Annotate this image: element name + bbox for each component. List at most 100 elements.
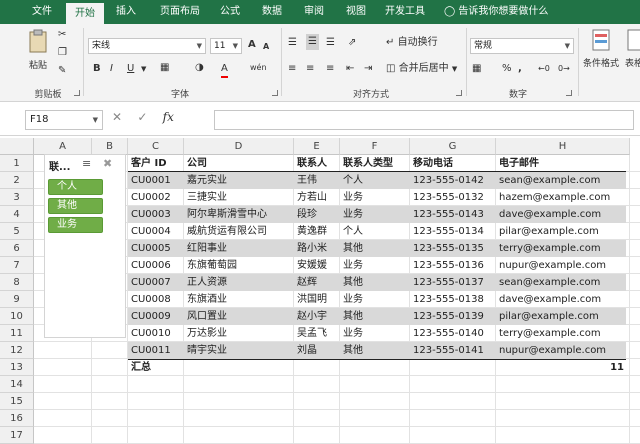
table-cell[interactable]: 东旗酒业 xyxy=(184,291,294,308)
slicer-panel[interactable]: 联... ≡ ✖ 个人 其他 业务 xyxy=(44,154,126,338)
comma-button[interactable]: , xyxy=(518,62,522,76)
table-cell[interactable]: CU0004 xyxy=(128,223,184,240)
fill-color-icon[interactable]: ◑ xyxy=(195,61,204,75)
table-cell[interactable]: nupur@example.com xyxy=(496,257,630,274)
column-header-e[interactable]: E xyxy=(294,138,340,155)
table-cell[interactable]: 洪国明 xyxy=(294,291,340,308)
row-header-3[interactable]: 3 xyxy=(0,189,34,206)
row-header-8[interactable]: 8 xyxy=(0,274,34,291)
row-header-1[interactable]: 1 xyxy=(0,155,34,172)
table-cell[interactable]: 红阳事业 xyxy=(184,240,294,257)
row-header-13[interactable]: 13 xyxy=(0,359,34,376)
table-cell[interactable]: CU0009 xyxy=(128,308,184,325)
table-cell[interactable]: 正人资源 xyxy=(184,274,294,291)
row-header-12[interactable]: 12 xyxy=(0,342,34,359)
column-header-b[interactable]: B xyxy=(92,138,128,155)
table-cell[interactable]: 其他 xyxy=(340,274,410,291)
font-dialog-launcher[interactable] xyxy=(272,90,278,96)
table-header-cell[interactable]: 联系人类型 xyxy=(340,155,410,172)
row-header-4[interactable]: 4 xyxy=(0,206,34,223)
table-cell[interactable]: CU0003 xyxy=(128,206,184,223)
percent-button[interactable]: % xyxy=(502,62,512,76)
table-cell[interactable]: terry@example.com xyxy=(496,325,630,342)
table-header-cell[interactable]: 联系人 xyxy=(294,155,340,172)
tab-insert[interactable]: 插入 xyxy=(108,0,144,24)
shrink-font-button[interactable]: A xyxy=(263,40,269,54)
table-cell[interactable]: 123-555-0132 xyxy=(410,189,496,206)
total-value[interactable]: 11 xyxy=(496,359,626,376)
row-header-14[interactable]: 14 xyxy=(0,376,34,393)
select-all-corner[interactable] xyxy=(0,138,34,155)
table-cell[interactable]: 晴宇实业 xyxy=(184,342,294,359)
row-header-11[interactable]: 11 xyxy=(0,325,34,342)
increase-decimal-icon[interactable]: ←0 xyxy=(538,62,550,76)
table-cell[interactable]: CU0011 xyxy=(128,342,184,359)
orientation-icon[interactable]: ⇗ xyxy=(348,36,356,50)
column-header-a[interactable]: A xyxy=(34,138,92,155)
align-bottom-icon[interactable]: ☰ xyxy=(326,36,335,50)
font-name-select[interactable]: 宋线 ▼ xyxy=(88,38,206,54)
table-cell[interactable]: 黄逸群 xyxy=(294,223,340,240)
phonetic-button[interactable]: wén xyxy=(250,61,267,75)
table-cell[interactable]: 王伟 xyxy=(294,172,340,189)
row-header-9[interactable]: 9 xyxy=(0,291,34,308)
table-cell[interactable]: 123-555-0139 xyxy=(410,308,496,325)
name-box[interactable]: F18 ▼ xyxy=(25,110,103,130)
increase-indent-icon[interactable]: ⇥ xyxy=(364,62,372,76)
table-cell[interactable]: 方若山 xyxy=(294,189,340,206)
table-cell[interactable]: 嘉元实业 xyxy=(184,172,294,189)
format-painter-icon[interactable]: ✎ xyxy=(58,64,66,78)
row-header-6[interactable]: 6 xyxy=(0,240,34,257)
table-cell[interactable]: 123-555-0135 xyxy=(410,240,496,257)
table-cell[interactable]: 安媛媛 xyxy=(294,257,340,274)
table-cell[interactable]: 业务 xyxy=(340,291,410,308)
tab-formulas[interactable]: 公式 xyxy=(212,0,248,24)
chevron-down-icon[interactable]: ▼ xyxy=(141,62,146,76)
table-cell[interactable]: CU0006 xyxy=(128,257,184,274)
slicer-item-personal[interactable]: 个人 xyxy=(48,179,103,195)
confirm-icon[interactable]: ✓ xyxy=(137,110,147,124)
tab-view[interactable]: 视图 xyxy=(338,0,374,24)
row-header-10[interactable]: 10 xyxy=(0,308,34,325)
table-cell[interactable]: 123-555-0134 xyxy=(410,223,496,240)
table-cell[interactable]: 业务 xyxy=(340,325,410,342)
number-dialog-launcher[interactable] xyxy=(566,90,572,96)
tab-home[interactable]: 开始 xyxy=(66,3,104,24)
table-cell[interactable]: CU0002 xyxy=(128,189,184,206)
table-cell[interactable]: CU0010 xyxy=(128,325,184,342)
clipboard-dialog-launcher[interactable] xyxy=(74,90,80,96)
column-header-f[interactable]: F xyxy=(340,138,410,155)
table-cell[interactable]: 吴孟飞 xyxy=(294,325,340,342)
table-cell[interactable]: 阿尔卑斯滑雪中心 xyxy=(184,206,294,223)
table-cell[interactable]: 123-555-0142 xyxy=(410,172,496,189)
row-header-17[interactable]: 17 xyxy=(0,427,34,444)
wrap-text-button[interactable]: ↵ 自动换行 xyxy=(386,36,438,50)
column-header-g[interactable]: G xyxy=(410,138,496,155)
align-center-icon[interactable]: ≡ xyxy=(306,62,314,76)
table-cell[interactable]: 业务 xyxy=(340,206,410,223)
table-header-cell[interactable]: 电子邮件 xyxy=(496,155,630,172)
table-cell[interactable]: hazem@example.com xyxy=(496,189,630,206)
table-header-cell[interactable]: 公司 xyxy=(184,155,294,172)
align-left-icon[interactable]: ≡ xyxy=(288,62,296,76)
table-cell[interactable]: sean@example.com xyxy=(496,172,630,189)
font-color-button[interactable]: A xyxy=(221,62,228,78)
table-cell[interactable]: CU0008 xyxy=(128,291,184,308)
table-cell[interactable]: 其他 xyxy=(340,342,410,359)
table-cell[interactable]: pilar@example.com xyxy=(496,223,630,240)
cancel-icon[interactable]: ✕ xyxy=(112,110,122,124)
table-cell[interactable]: 东旗葡萄园 xyxy=(184,257,294,274)
table-cell[interactable]: 刘晶 xyxy=(294,342,340,359)
table-cell[interactable]: CU0007 xyxy=(128,274,184,291)
column-header-d[interactable]: D xyxy=(184,138,294,155)
table-cell[interactable]: CU0001 xyxy=(128,172,184,189)
italic-button[interactable]: I xyxy=(110,62,113,76)
paste-button[interactable]: 粘贴 xyxy=(24,28,52,73)
table-cell[interactable]: 123-555-0141 xyxy=(410,342,496,359)
number-format-select[interactable]: 常规 ▼ xyxy=(470,38,574,54)
table-cell[interactable]: 其他 xyxy=(340,240,410,257)
table-cell[interactable]: sean@example.com xyxy=(496,274,630,291)
alignment-dialog-launcher[interactable] xyxy=(456,90,462,96)
decrease-indent-icon[interactable]: ⇤ xyxy=(346,62,354,76)
row-header-15[interactable]: 15 xyxy=(0,393,34,410)
